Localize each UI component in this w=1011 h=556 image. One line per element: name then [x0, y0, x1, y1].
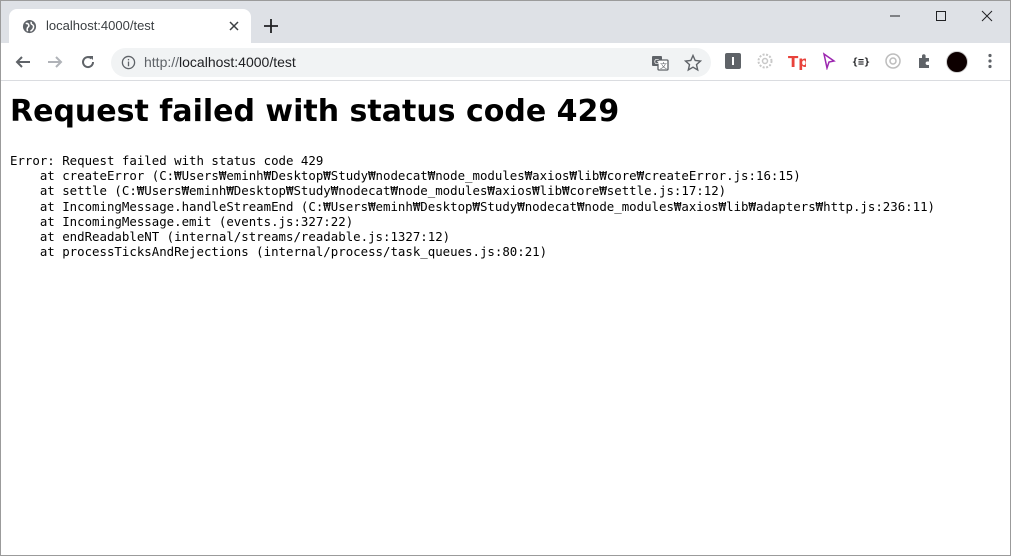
extension-grey-square-icon[interactable]	[724, 52, 742, 70]
error-stack-trace: Error: Request failed with status code 4…	[10, 153, 935, 259]
minimize-icon	[890, 15, 900, 17]
extension-cursor-icon[interactable]	[820, 52, 838, 70]
bookmark-star-icon[interactable]	[684, 54, 702, 72]
site-info-icon[interactable]	[121, 55, 136, 70]
translate-icon[interactable]: G 文	[651, 54, 669, 72]
close-window-button[interactable]	[964, 1, 1010, 31]
svg-text:G: G	[654, 58, 659, 66]
forward-arrow-icon	[48, 56, 63, 68]
extension-json-braces-icon[interactable]: {≡}	[852, 52, 870, 70]
browser-toolbar: http://localhost:4000/test G 文 Tp	[1, 43, 1010, 81]
stack-line: at processTicksAndRejections (internal/p…	[10, 244, 548, 260]
active-tab[interactable]: localhost:4000/test	[9, 9, 251, 43]
page-content: Request failed with status code 429 Erro…	[1, 82, 1010, 555]
error-heading: Request failed with status code 429	[10, 94, 620, 129]
svg-text:{≡}: {≡}	[852, 57, 870, 68]
stack-line: at createError (C:₩Users₩eminh₩Desktop₩S…	[10, 168, 801, 184]
maximize-button[interactable]	[918, 1, 964, 31]
extension-camera-icon[interactable]	[884, 52, 902, 70]
close-tab-icon[interactable]	[227, 19, 241, 33]
stack-line: at IncomingMessage.emit (events.js:327:2…	[10, 213, 354, 229]
back-button[interactable]	[12, 51, 34, 73]
url-text[interactable]: http://localhost:4000/test	[144, 54, 296, 70]
svg-text:文: 文	[660, 61, 667, 70]
browser-window: localhost:4000/test http://localhost:400…	[0, 0, 1011, 556]
close-icon	[981, 10, 993, 22]
stack-line: Error: Request failed with status code 4…	[10, 153, 324, 168]
globe-icon	[22, 19, 37, 34]
extension-tp-icon[interactable]: Tp	[788, 52, 806, 70]
extensions-puzzle-icon[interactable]	[916, 52, 934, 70]
maximize-icon	[936, 11, 946, 21]
url-host-path: localhost:4000/test	[179, 54, 296, 70]
tab-strip: localhost:4000/test	[1, 1, 1010, 43]
reload-icon	[82, 56, 95, 69]
extension-gear-icon[interactable]	[756, 52, 774, 70]
forward-button[interactable]	[44, 51, 66, 73]
svg-text:Tp: Tp	[788, 53, 806, 70]
kebab-menu-icon[interactable]	[981, 52, 999, 70]
minimize-button[interactable]	[872, 1, 918, 31]
new-tab-plus-icon[interactable]	[263, 18, 279, 34]
stack-line: at endReadableNT (internal/streams/reada…	[10, 229, 451, 245]
back-arrow-icon	[15, 56, 30, 68]
stack-line: at settle (C:₩Users₩eminh₩Desktop₩Study₩…	[10, 183, 727, 199]
reload-button[interactable]	[77, 51, 99, 73]
stack-line: at IncomingMessage.handleStreamEnd (C:₩U…	[10, 198, 936, 214]
profile-avatar[interactable]	[946, 51, 968, 73]
tab-title: localhost:4000/test	[46, 18, 155, 33]
url-scheme: http://	[144, 54, 180, 70]
address-bar[interactable]: http://localhost:4000/test G 文	[111, 48, 711, 77]
